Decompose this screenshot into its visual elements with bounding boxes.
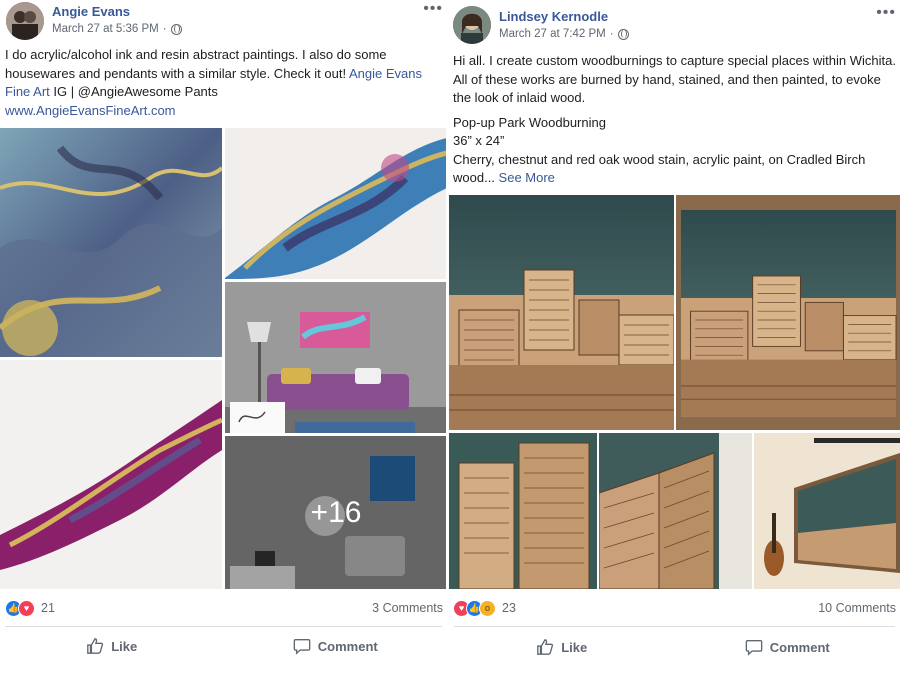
author-avatar[interactable] <box>453 6 491 44</box>
photo-gallery <box>449 195 900 589</box>
post-actions: Like Comment <box>0 629 447 663</box>
like-button[interactable]: Like <box>0 629 224 663</box>
more-options-icon[interactable]: ••• <box>876 4 896 22</box>
post-actions: Like Comment <box>449 630 900 664</box>
reactions-summary: 👍 ♥ 21 3 Comments <box>0 597 447 619</box>
comment-label: Comment <box>769 639 830 655</box>
comment-label: Comment <box>317 638 378 654</box>
post-header: Lindsey Kernodle March 27 at 7:42 PM · •… <box>449 0 900 46</box>
comments-count[interactable]: 10 Comments <box>818 601 896 615</box>
action-divider <box>454 626 895 627</box>
globe-icon <box>170 23 182 35</box>
like-label: Like <box>111 638 138 654</box>
speech-bubble-icon <box>293 639 311 655</box>
post-text: I do acrylic/alcohol ink and resin abstr… <box>5 46 443 120</box>
like-button[interactable]: Like <box>449 630 675 664</box>
artwork-title: Pop-up Park Woodburning <box>453 114 606 130</box>
more-photos-overlay[interactable]: +16 <box>225 436 447 589</box>
reaction-count[interactable]: 21 <box>41 601 55 615</box>
photo-2[interactable] <box>225 128 447 279</box>
artwork-materials: Cherry, chestnut and red oak wood stain,… <box>453 151 896 188</box>
speech-bubble-icon <box>745 640 763 656</box>
reaction-count[interactable]: 23 <box>502 601 516 615</box>
love-reaction-icon: ♥ <box>18 599 35 617</box>
globe-icon <box>617 28 629 40</box>
artwork-size: 36” x 24” <box>453 133 505 148</box>
post-meta: March 27 at 7:42 PM · <box>499 28 629 40</box>
website-link[interactable]: www.AngieEvansFineArt.com <box>5 103 176 118</box>
post-timestamp[interactable]: March 27 at 7:42 PM <box>499 28 606 40</box>
reactions-summary: ♥ 👍 o 23 10 Comments <box>449 597 900 619</box>
post-header: Angie Evans March 27 at 5:36 PM · ••• <box>0 0 447 46</box>
photo-5-more[interactable]: +16 <box>225 436 447 589</box>
meta-separator: · <box>162 23 167 35</box>
see-more-link[interactable]: See More <box>499 170 555 185</box>
post-text: Hi all. I create custom woodburnings to … <box>453 52 896 188</box>
author-name[interactable]: Angie Evans <box>52 4 130 19</box>
thumbs-up-icon <box>87 638 104 654</box>
thumbs-up-icon <box>537 639 554 655</box>
comment-button[interactable]: Comment <box>675 630 900 664</box>
like-label: Like <box>561 639 588 655</box>
photo-1[interactable] <box>0 128 222 357</box>
post-text-main: I do acrylic/alcohol ink and resin abstr… <box>5 47 387 81</box>
post-timestamp[interactable]: March 27 at 5:36 PM <box>52 23 159 35</box>
reaction-icons[interactable]: ♥ 👍 o <box>453 599 496 617</box>
comment-button[interactable]: Comment <box>224 629 448 663</box>
photo-2[interactable] <box>676 195 900 430</box>
meta-separator: · <box>609 28 614 40</box>
photo-3[interactable] <box>0 360 222 589</box>
post-text-intro: Hi all. I create custom woodburnings to … <box>453 53 896 105</box>
photo-5[interactable] <box>754 433 900 589</box>
photo-4[interactable] <box>599 433 752 589</box>
author-avatar[interactable] <box>6 2 44 40</box>
reaction-icons[interactable]: 👍 ♥ <box>5 599 35 617</box>
post-lindsey-kernodle: Lindsey Kernodle March 27 at 7:42 PM · •… <box>449 0 900 675</box>
wow-reaction-icon: o <box>479 599 496 617</box>
author-name[interactable]: Lindsey Kernodle <box>499 9 608 24</box>
photo-1[interactable] <box>449 195 674 430</box>
post-angie-evans: Angie Evans March 27 at 5:36 PM · ••• I … <box>0 0 447 675</box>
photo-3[interactable] <box>449 433 597 589</box>
post-text-ig: IG | @AngieAwesome Pants <box>53 84 218 99</box>
more-options-icon[interactable]: ••• <box>423 0 443 18</box>
post-meta: March 27 at 5:36 PM · <box>52 23 182 35</box>
photo-4[interactable] <box>225 282 447 433</box>
comments-count[interactable]: 3 Comments <box>372 601 443 615</box>
action-divider <box>5 626 442 627</box>
photo-gallery: +16 <box>0 128 447 589</box>
